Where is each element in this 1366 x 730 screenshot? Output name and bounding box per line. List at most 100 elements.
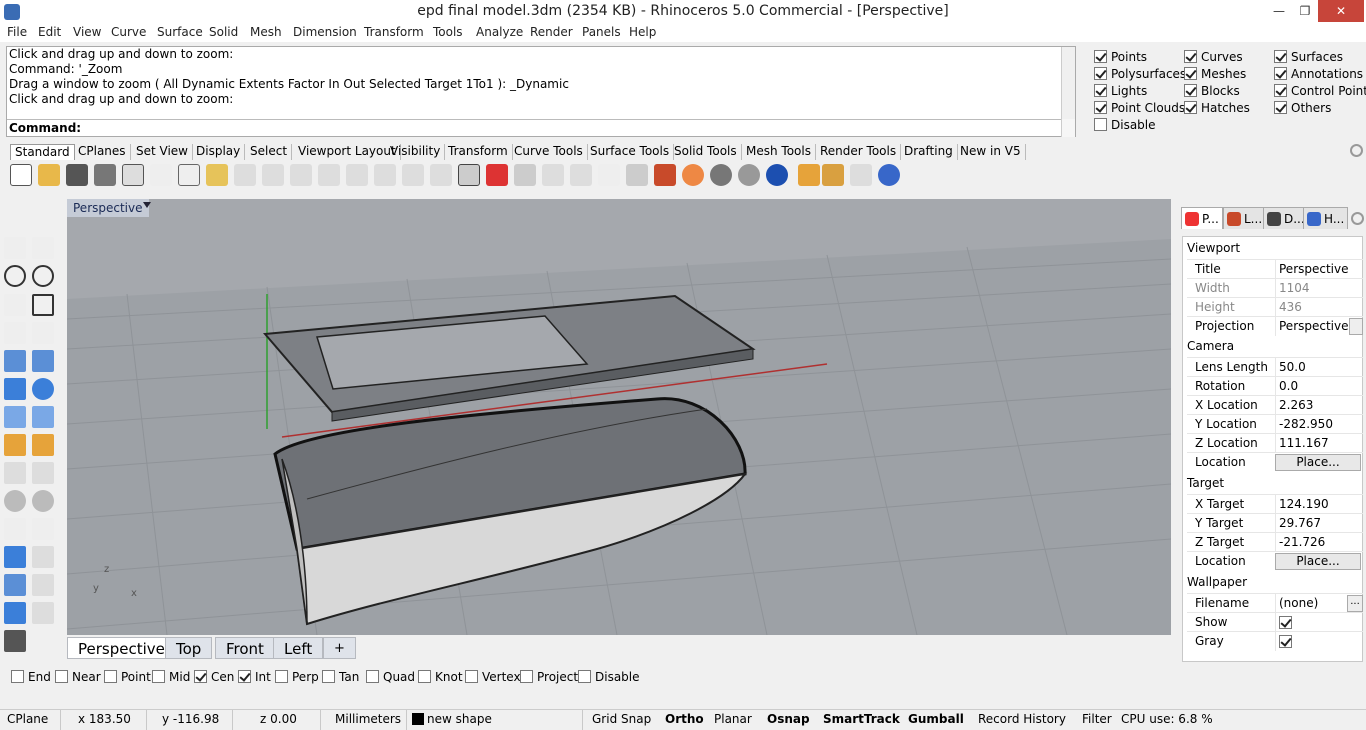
tab-display[interactable]: D... [1263,207,1309,229]
menu-tools[interactable]: Tools [433,25,463,39]
camera-place-button[interactable]: Place... [1275,454,1361,471]
smarttrack-toggle[interactable]: SmartTrack [823,712,900,726]
gumball-toggle[interactable]: Gumball [908,712,964,726]
tab-display[interactable]: Display [192,144,246,160]
target-place-button[interactable]: Place... [1275,553,1361,570]
gray-checkbox[interactable] [1279,635,1292,648]
checkbox[interactable] [1094,84,1107,97]
join-icon[interactable] [32,462,54,484]
point-tool-icon[interactable] [32,208,54,230]
current-layer[interactable]: new shape [412,712,492,726]
zoom-window-icon[interactable] [346,164,368,186]
menu-dimension[interactable]: Dimension [293,25,357,39]
tab-perspective[interactable]: Perspective [67,637,176,659]
explode-icon[interactable] [4,434,26,456]
checkbox[interactable] [152,670,165,683]
car-icon[interactable] [486,164,508,186]
osnap-near[interactable]: Near [55,670,101,684]
osnap-int[interactable]: Int [238,670,271,684]
lock-icon[interactable] [626,164,648,186]
layer-icon[interactable] [654,164,676,186]
checkbox[interactable] [465,670,478,683]
group-icon[interactable] [4,490,26,512]
rendered-sphere-icon[interactable] [766,164,788,186]
circle-icon[interactable] [4,265,26,287]
command-spin-button[interactable] [1061,119,1075,137]
curve-icon[interactable] [32,237,54,259]
menu-solid[interactable]: Solid [209,25,238,39]
checkbox[interactable] [1094,50,1107,63]
tab-viewport-layout[interactable]: Viewport Layout [294,144,401,160]
menu-curve[interactable]: Curve [111,25,146,39]
solid-tools-icon[interactable] [4,602,26,624]
osnap-tan[interactable]: Tan [322,670,359,684]
tab-transform[interactable]: Transform [444,144,513,160]
light-bulb-icon[interactable] [598,164,620,186]
block-icon[interactable] [4,574,26,596]
hatch-icon[interactable] [32,602,54,624]
filter-point-clouds[interactable]: Point Clouds [1094,101,1185,115]
scale-icon[interactable] [32,546,54,568]
polygon-icon[interactable] [4,322,26,344]
osnap-end[interactable]: End [11,670,51,684]
checkbox[interactable] [322,670,335,683]
filter-lights[interactable]: Lights [1094,84,1147,98]
more-tools-icon[interactable] [32,630,54,652]
menu-render[interactable]: Render [530,25,573,39]
filter-hatches[interactable]: Hatches [1184,101,1250,115]
record-history-toggle[interactable]: Record History [978,712,1066,726]
z-location-field[interactable]: 111.167 [1275,434,1363,453]
tab-mesh-tools[interactable]: Mesh Tools [742,144,816,160]
filter-others[interactable]: Others [1274,101,1331,115]
checkbox[interactable] [1274,101,1287,114]
menu-transform[interactable]: Transform [364,25,424,39]
tab-left[interactable]: Left [273,637,324,659]
tab-solid-tools[interactable]: Solid Tools [670,144,742,160]
menu-file[interactable]: File [7,25,27,39]
open-folder-icon[interactable] [38,164,60,186]
tab-standard[interactable]: Standard [10,144,75,160]
gear-icon[interactable] [1350,144,1363,157]
osnap-point[interactable]: Point [104,670,151,684]
array-icon[interactable] [32,490,54,512]
checkbox[interactable] [194,670,207,683]
cut-icon[interactable] [150,164,172,186]
checkbox[interactable] [1094,101,1107,114]
tab-render-tools[interactable]: Render Tools [816,144,902,160]
browse-button[interactable]: ... [1347,595,1363,612]
options-icon[interactable] [514,164,536,186]
checkbox[interactable] [520,670,533,683]
checkbox[interactable] [1094,118,1107,131]
chevron-down-icon[interactable] [1349,318,1363,335]
filter-disable[interactable]: Disable [1094,118,1156,132]
checkbox[interactable] [1184,67,1197,80]
undo-icon[interactable] [234,164,256,186]
checkbox[interactable] [1274,50,1287,63]
checkbox[interactable] [275,670,288,683]
filter-toggle[interactable]: Filter [1082,712,1112,726]
tab-select[interactable]: Select [246,144,293,160]
add-viewport-tab-button[interactable]: + [323,637,356,659]
osnap-knot[interactable]: Knot [418,670,463,684]
tab-cplanes[interactable]: CPlanes [74,144,131,160]
filter-polysurfaces[interactable]: Polysurfaces [1094,67,1186,81]
y-location-field[interactable]: -282.950 [1275,415,1363,434]
trim-icon[interactable] [32,434,54,456]
osnap-toggle[interactable]: Osnap [767,712,810,726]
color-wheel-icon[interactable] [682,164,704,186]
surface-icon[interactable] [4,350,26,372]
checkbox[interactable] [238,670,251,683]
title-field[interactable]: Perspective [1275,260,1363,279]
tab-layers[interactable]: L... [1223,207,1267,229]
menu-view[interactable]: View [73,25,101,39]
planar-toggle[interactable]: Planar [714,712,752,726]
point-icon[interactable] [570,164,592,186]
grid-icon[interactable] [4,630,26,652]
filter-blocks[interactable]: Blocks [1184,84,1240,98]
dimension-icon[interactable] [32,574,54,596]
checkbox[interactable] [578,670,591,683]
rotate-view-icon[interactable] [290,164,312,186]
osnap-mid[interactable]: Mid [152,670,190,684]
zoom-dynamic-icon[interactable] [318,164,340,186]
z-target-field[interactable]: -21.726 [1275,533,1363,552]
